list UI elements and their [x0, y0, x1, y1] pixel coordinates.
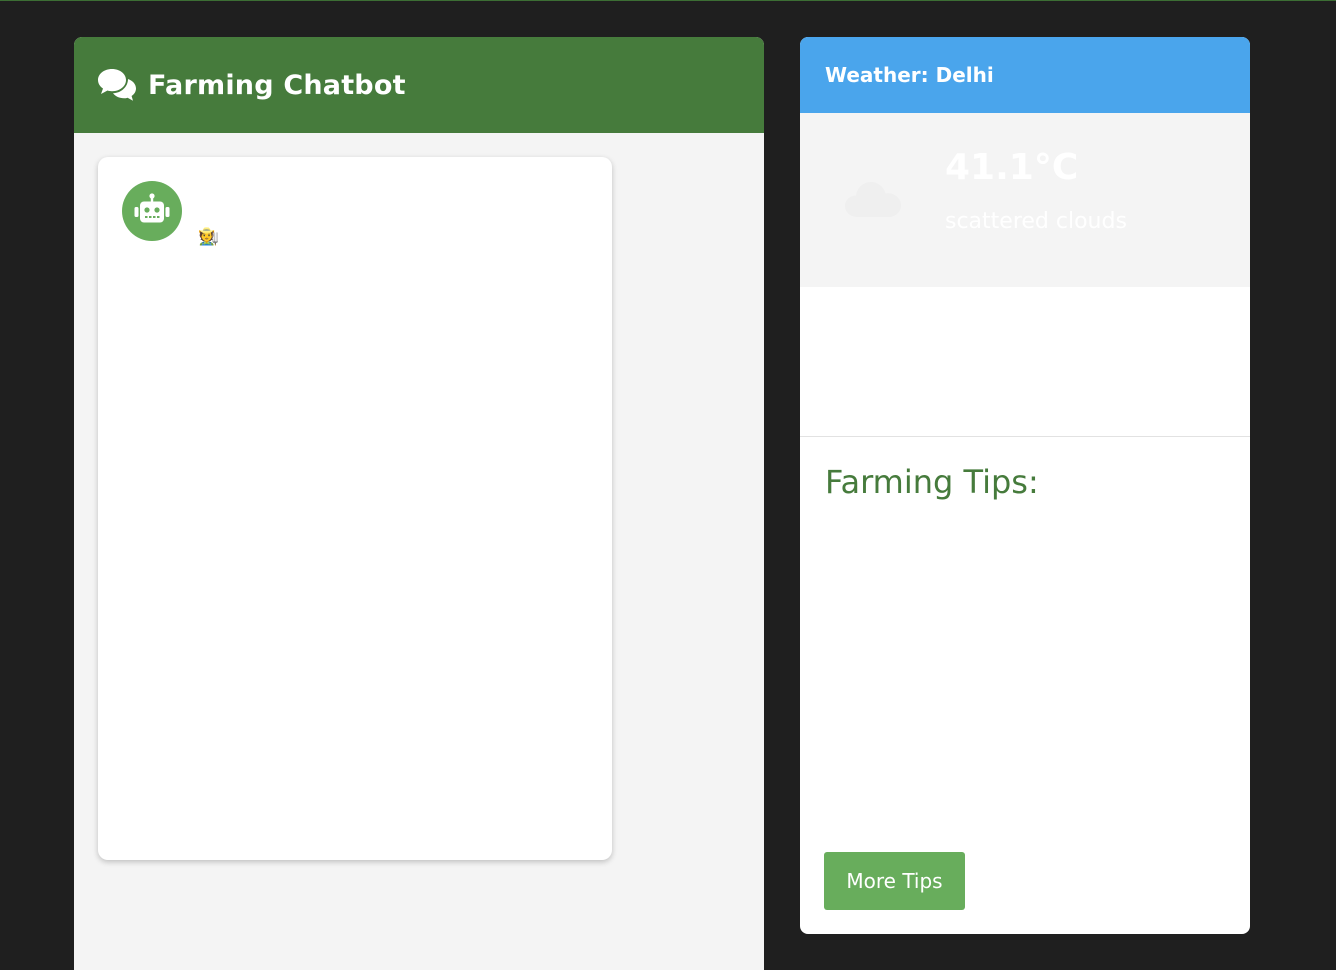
- weather-header: Weather: Delhi: [800, 37, 1250, 113]
- weather-divider: [800, 287, 1250, 437]
- weather-condition: scattered clouds: [945, 209, 1127, 234]
- chat-panel: Farming Chatbot 🧑‍🌾: [74, 37, 764, 970]
- weather-info: 41.1°C scattered clouds: [800, 113, 1250, 287]
- chat-title: Farming Chatbot: [148, 69, 406, 101]
- robot-icon: [133, 192, 171, 230]
- farming-tips-section: Farming Tips: More Tips: [800, 437, 1250, 934]
- bot-avatar: [122, 181, 182, 241]
- bot-message: 🧑‍🌾: [198, 227, 220, 247]
- farming-tips-heading: Farming Tips:: [825, 463, 1039, 501]
- weather-panel: Weather: Delhi 41.1°C scattered clouds F…: [800, 37, 1250, 934]
- cloud-icon: [844, 179, 902, 219]
- more-tips-button[interactable]: More Tips: [824, 852, 965, 910]
- weather-title: Weather: Delhi: [825, 63, 994, 87]
- temperature-value: 41.1°C: [945, 147, 1079, 188]
- top-border-line: [0, 0, 1336, 1]
- chat-messages-window[interactable]: 🧑‍🌾: [98, 157, 612, 860]
- chat-header: Farming Chatbot: [74, 37, 764, 133]
- comments-icon: [97, 68, 137, 102]
